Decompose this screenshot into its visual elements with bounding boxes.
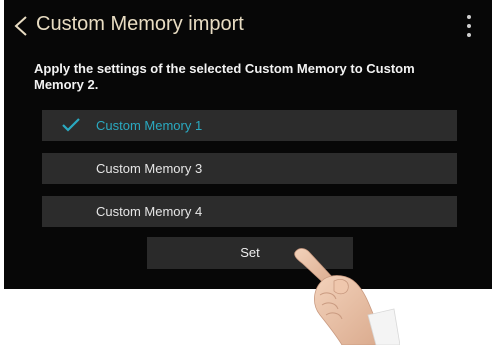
pointing-hand-icon xyxy=(294,248,400,345)
custom-memory-import-screen: Custom Memory import Apply the settings … xyxy=(4,0,492,289)
instruction-text: Apply the settings of the selected Custo… xyxy=(34,61,415,92)
option-custom-memory-3[interactable]: Custom Memory 3 xyxy=(42,153,457,184)
chevron-left-icon[interactable] xyxy=(12,14,30,38)
option-custom-memory-4[interactable]: Custom Memory 4 xyxy=(42,196,457,227)
option-custom-memory-1[interactable]: Custom Memory 1 xyxy=(42,110,457,141)
more-vertical-icon[interactable] xyxy=(462,12,476,40)
option-label: Custom Memory 4 xyxy=(96,204,203,219)
page-title: Custom Memory import xyxy=(36,13,244,35)
title-bar: Custom Memory import xyxy=(4,0,492,52)
option-label: Custom Memory 3 xyxy=(96,161,203,176)
option-label: Custom Memory 1 xyxy=(96,118,203,133)
check-icon xyxy=(62,118,80,132)
